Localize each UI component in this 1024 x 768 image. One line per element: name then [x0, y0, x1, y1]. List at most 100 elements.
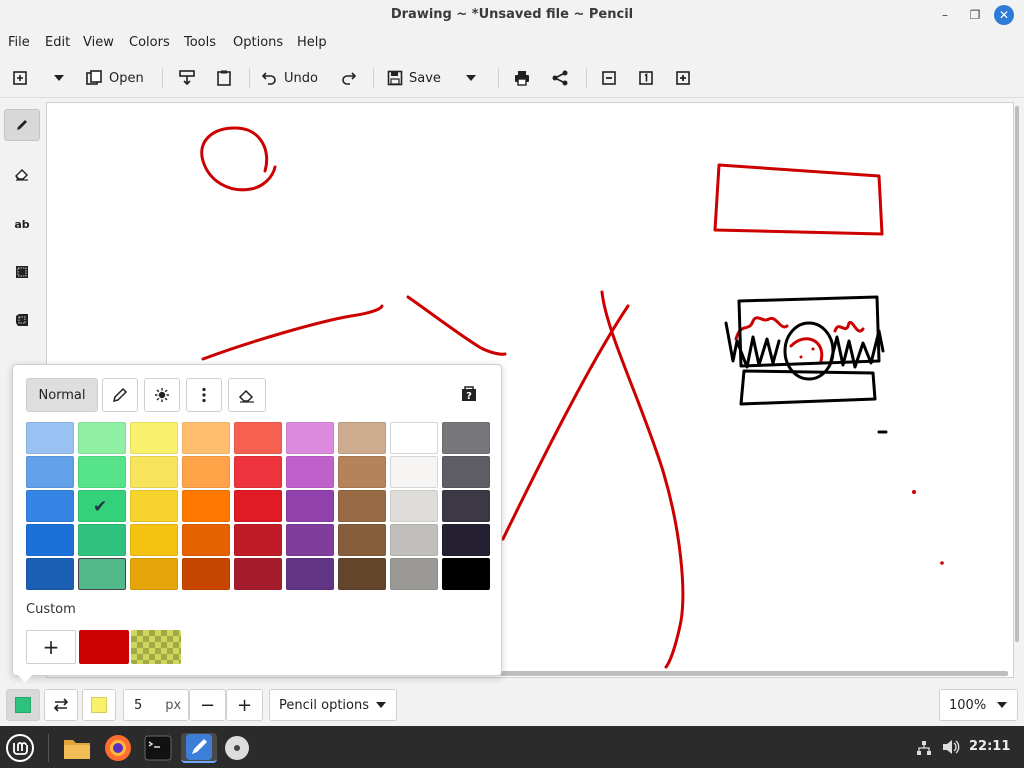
minimize-button[interactable]: –: [935, 5, 955, 25]
palette-color-swatch[interactable]: [442, 456, 490, 488]
palette-color-swatch[interactable]: [286, 524, 334, 556]
maximize-button[interactable]: ❐: [965, 5, 985, 25]
palette-color-swatch[interactable]: [182, 490, 230, 522]
palette-color-swatch[interactable]: [26, 524, 74, 556]
palette-color-swatch[interactable]: [130, 456, 178, 488]
palette-color-swatch[interactable]: [26, 456, 74, 488]
palette-color-swatch[interactable]: [234, 490, 282, 522]
undo-button[interactable]: Undo: [262, 66, 318, 90]
palette-color-swatch[interactable]: [338, 422, 386, 454]
palette-color-swatch[interactable]: [182, 456, 230, 488]
new-menu-dropdown[interactable]: [52, 66, 66, 90]
palette-color-swatch[interactable]: [442, 422, 490, 454]
palette-color-swatch[interactable]: [234, 558, 282, 590]
new-image-button[interactable]: [12, 66, 30, 90]
palette-color-swatch[interactable]: [26, 422, 74, 454]
print-button[interactable]: [513, 66, 531, 90]
palette-color-swatch[interactable]: [286, 558, 334, 590]
share-button[interactable]: [551, 66, 569, 90]
palette-color-swatch[interactable]: [390, 524, 438, 556]
palette-color-swatch[interactable]: [182, 558, 230, 590]
main-color-button[interactable]: [6, 689, 40, 721]
palette-color-swatch[interactable]: [338, 524, 386, 556]
eraser-tool[interactable]: [4, 158, 40, 190]
menu-help[interactable]: Help: [297, 35, 327, 50]
secondary-color-button[interactable]: [82, 689, 116, 721]
pencil-mode-button[interactable]: [102, 378, 138, 412]
normal-mode-button[interactable]: Normal: [26, 378, 98, 412]
horizontal-scrollbar[interactable]: [500, 671, 1008, 676]
pencil-tool[interactable]: [4, 109, 40, 141]
palette-color-swatch[interactable]: [78, 422, 126, 454]
menu-tools[interactable]: Tools: [184, 35, 216, 50]
firefox-launcher[interactable]: [103, 733, 133, 763]
editor-help-button[interactable]: ?: [459, 384, 481, 406]
palette-color-swatch[interactable]: [182, 524, 230, 556]
add-custom-color-button[interactable]: +: [26, 630, 76, 664]
redo-button[interactable]: [340, 66, 356, 90]
palette-color-swatch[interactable]: [130, 558, 178, 590]
size-increase-button[interactable]: +: [226, 689, 263, 721]
text-tool[interactable]: ab: [4, 208, 40, 240]
exchange-colors-button[interactable]: [44, 689, 78, 721]
palette-color-swatch[interactable]: [234, 456, 282, 488]
terminal-launcher[interactable]: [143, 733, 173, 763]
palette-color-swatch[interactable]: [26, 558, 74, 590]
brightness-mode-button[interactable]: [144, 378, 180, 412]
palette-color-swatch[interactable]: [130, 422, 178, 454]
palette-color-swatch[interactable]: [234, 422, 282, 454]
close-button[interactable]: ✕: [994, 5, 1014, 25]
rectangle-selection-tool[interactable]: [4, 256, 40, 288]
volume-icon[interactable]: [942, 739, 960, 759]
menu-options[interactable]: Options: [233, 35, 283, 50]
disc-task[interactable]: [222, 733, 252, 763]
size-decrease-button[interactable]: −: [189, 689, 226, 721]
palette-color-swatch[interactable]: [286, 490, 334, 522]
more-options-button[interactable]: [186, 378, 222, 412]
palette-color-swatch[interactable]: [182, 422, 230, 454]
palette-color-swatch[interactable]: [338, 456, 386, 488]
custom-color-swatch-transparent[interactable]: [131, 630, 181, 664]
palette-color-swatch[interactable]: ✔: [78, 490, 126, 522]
custom-color-swatch[interactable]: [79, 630, 129, 664]
palette-color-swatch[interactable]: [130, 490, 178, 522]
drawing-app-task[interactable]: [181, 733, 217, 763]
menu-file[interactable]: File: [8, 35, 30, 50]
clock[interactable]: 22:11: [969, 739, 1010, 754]
palette-color-swatch[interactable]: [286, 422, 334, 454]
zoom-original-button[interactable]: [638, 66, 654, 90]
palette-color-swatch[interactable]: [130, 524, 178, 556]
network-icon[interactable]: [916, 740, 932, 760]
save-button[interactable]: Save: [387, 66, 441, 90]
open-button[interactable]: Open: [85, 66, 144, 90]
menu-view[interactable]: View: [83, 35, 114, 50]
palette-color-swatch[interactable]: [442, 524, 490, 556]
palette-color-swatch[interactable]: [338, 490, 386, 522]
palette-color-swatch[interactable]: [442, 490, 490, 522]
free-selection-tool[interactable]: [4, 304, 40, 336]
palette-color-swatch[interactable]: [390, 558, 438, 590]
palette-color-swatch[interactable]: [390, 456, 438, 488]
palette-color-swatch[interactable]: [26, 490, 74, 522]
palette-color-swatch[interactable]: [390, 490, 438, 522]
zoom-out-button[interactable]: [601, 66, 617, 90]
palette-color-swatch[interactable]: [390, 422, 438, 454]
palette-color-swatch[interactable]: [286, 456, 334, 488]
import-button[interactable]: [178, 66, 196, 90]
palette-color-swatch[interactable]: [442, 558, 490, 590]
vertical-scrollbar[interactable]: [1015, 106, 1019, 642]
zoom-dropdown[interactable]: 100%: [939, 689, 1018, 721]
palette-color-swatch[interactable]: [78, 456, 126, 488]
save-menu-dropdown[interactable]: [464, 66, 478, 90]
eraser-mode-button[interactable]: [228, 378, 266, 412]
files-launcher[interactable]: [62, 733, 92, 763]
start-menu-button[interactable]: [5, 733, 35, 763]
palette-color-swatch[interactable]: [78, 558, 126, 590]
menu-colors[interactable]: Colors: [129, 35, 170, 50]
menu-edit[interactable]: Edit: [45, 35, 70, 50]
palette-color-swatch[interactable]: [78, 524, 126, 556]
size-spinbutton[interactable]: 5 px: [123, 689, 189, 721]
zoom-in-button[interactable]: [675, 66, 691, 90]
pencil-options-dropdown[interactable]: Pencil options: [269, 689, 397, 721]
palette-color-swatch[interactable]: [338, 558, 386, 590]
